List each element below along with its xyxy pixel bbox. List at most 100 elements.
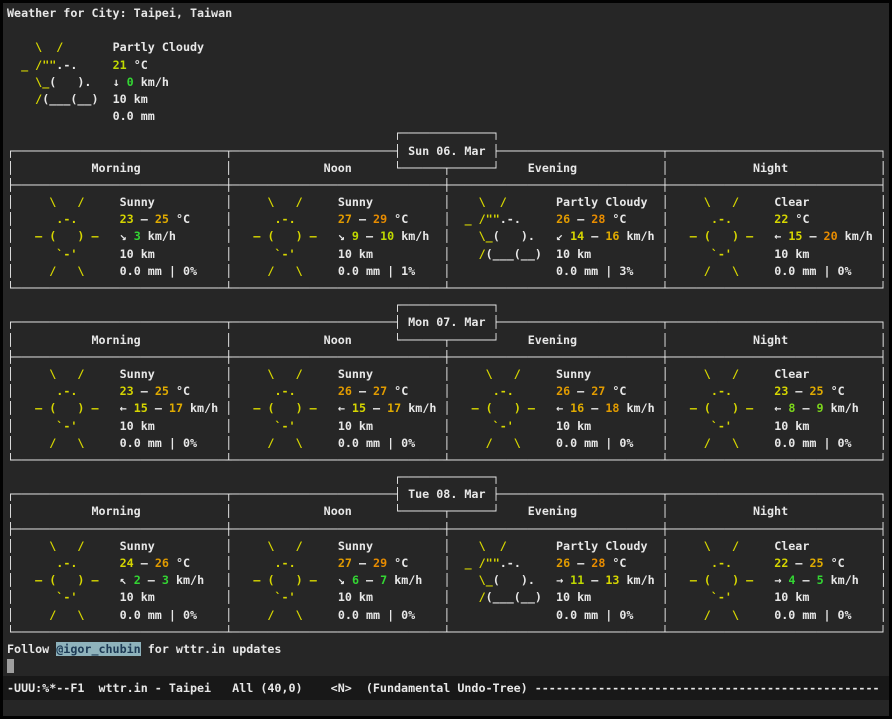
forecast-row: │ `-' 10 km │ `-' 10 km │ /(___(__) 10 k… xyxy=(7,246,889,263)
text-cursor[interactable] xyxy=(7,659,14,673)
weather-icon: – ( ) – xyxy=(676,401,767,415)
day-label: Sun 06. Mar xyxy=(408,144,485,158)
period-label: Evening xyxy=(500,333,662,347)
period-label: Night xyxy=(669,161,880,175)
temperature-value: °C xyxy=(387,384,408,398)
wind-value: – xyxy=(148,401,169,415)
text-segment xyxy=(113,436,120,450)
text-segment: │ xyxy=(7,195,14,209)
weather-icon: _ /"" xyxy=(14,58,56,72)
text-segment: │ xyxy=(880,229,887,243)
weather-icon: / \ xyxy=(239,436,330,450)
table-bottom-border: └──────────────────────────────┴────────… xyxy=(7,624,889,641)
text-segment xyxy=(450,384,457,398)
text-segment xyxy=(331,590,338,604)
text-segment xyxy=(549,608,556,622)
temperature-value: 25 xyxy=(155,384,169,398)
precipitation-value: 0.0 mm | 3% xyxy=(556,264,633,278)
text-segment xyxy=(669,212,676,226)
text-segment xyxy=(422,573,443,587)
text-segment xyxy=(669,367,676,381)
text-segment xyxy=(852,436,880,450)
text-segment: │ xyxy=(880,161,887,175)
temperature-value: 23 xyxy=(120,384,134,398)
text-segment xyxy=(155,419,225,433)
text-segment: ├──────────────────────────────┼────────… xyxy=(7,522,887,536)
wind-value: 15 xyxy=(134,401,148,415)
text-segment: │ xyxy=(7,590,14,604)
temperature-value: °C xyxy=(605,212,626,226)
text-segment xyxy=(669,436,676,450)
temperature-value: – xyxy=(788,384,809,398)
text-segment xyxy=(450,212,457,226)
weather-icon: .-. xyxy=(676,384,767,398)
precipitation-value: 0.0 mm | 0% xyxy=(556,436,633,450)
condition-label: Sunny xyxy=(120,367,155,381)
text-segment xyxy=(331,539,338,553)
text-segment: │ xyxy=(880,539,887,553)
day-box-top: ┌─────────────┐ xyxy=(7,297,889,314)
text-segment: │ xyxy=(7,333,14,347)
weather-icon: (___(__) xyxy=(486,590,549,604)
text-segment xyxy=(113,608,120,622)
weather-icon: .-. xyxy=(239,384,330,398)
temperature-value: 27 xyxy=(373,384,387,398)
text-segment xyxy=(809,539,879,553)
text-segment: ├───────────────────────┬───────────────… xyxy=(486,315,887,329)
text-segment xyxy=(549,539,556,553)
text-segment xyxy=(113,401,120,415)
temperature-value: °C xyxy=(387,556,408,570)
weather-icon: `-' xyxy=(21,590,112,604)
wind-value: km/h xyxy=(619,573,654,587)
text-segment xyxy=(809,419,879,433)
text-segment xyxy=(809,367,879,381)
wind-value: 16 xyxy=(605,229,619,243)
text-segment xyxy=(549,195,556,209)
twitter-handle-link[interactable]: @igor_chubin xyxy=(56,642,140,656)
wind-value: km/h xyxy=(824,401,859,415)
text-segment xyxy=(450,229,457,243)
text-segment: ┌──────────────────────────────┬────────… xyxy=(7,487,408,501)
text-segment: │ xyxy=(662,608,669,622)
text-segment: ┌──────────────────────────────┬────────… xyxy=(7,315,408,329)
wind-value: 10 xyxy=(380,229,394,243)
text-segment: └──────┬──────┘ xyxy=(394,333,500,347)
page-title: Weather for City: Taipei, Taiwan xyxy=(7,6,232,20)
row-separator: ├──────────────────────────────┼────────… xyxy=(7,521,889,538)
text-segment: │ xyxy=(880,384,887,398)
current-weather-line: \_( ). ↓ 0 km/h xyxy=(7,74,889,91)
period-label: Evening xyxy=(500,161,662,175)
text-segment xyxy=(549,590,556,604)
text-segment: │ xyxy=(880,419,887,433)
temperature-value: 28 xyxy=(591,212,605,226)
text-segment: │ xyxy=(880,195,887,209)
text-segment xyxy=(647,195,661,209)
weather-icon: \ / xyxy=(457,539,548,553)
text-segment: │ xyxy=(662,419,669,433)
forecast-row: │ `-' 10 km │ `-' 10 km │ `-' 10 km │ `-… xyxy=(7,418,889,435)
text-segment xyxy=(331,556,338,570)
wind-value: – xyxy=(584,229,605,243)
text-segment: ┌──────────────────────────────┬────────… xyxy=(7,144,408,158)
temperature-value: 27 xyxy=(591,384,605,398)
condition-label: Sunny xyxy=(120,195,155,209)
precipitation-value: 0.0 mm | 0% xyxy=(556,608,633,622)
text-segment: │ xyxy=(7,436,14,450)
text-segment xyxy=(331,573,338,587)
text-segment: ┌─────────────┐ xyxy=(7,126,500,140)
terminal-window: Weather for City: Taipei, Taiwan \ / Par… xyxy=(0,0,892,719)
text-segment xyxy=(113,384,120,398)
visibility-value: 10 km xyxy=(338,590,373,604)
table-top-border: ┌──────────────────────────────┬────────… xyxy=(7,486,889,503)
wind-value: 15 xyxy=(788,229,802,243)
text-segment xyxy=(7,40,14,54)
period-header-row: │ Morning │ Noon └──────┬──────┘ Evening… xyxy=(7,332,889,349)
text-segment xyxy=(113,367,120,381)
text-segment: │ xyxy=(443,573,450,587)
condition-label: Clear xyxy=(774,539,809,553)
text-segment: │ xyxy=(880,401,887,415)
wind-value: 17 xyxy=(387,401,401,415)
text-segment xyxy=(809,247,879,261)
temperature-value: 27 xyxy=(338,556,352,570)
weather-icon: `-' xyxy=(676,590,767,604)
